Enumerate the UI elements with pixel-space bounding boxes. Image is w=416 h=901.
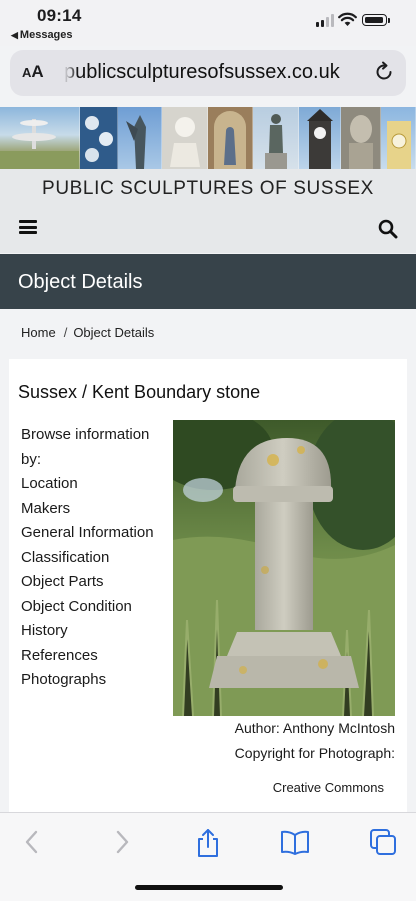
banner-gold-clock-image [380,107,416,169]
menu-icon[interactable] [19,220,37,234]
banner-angel-statue-image [118,107,163,169]
breadcrumb-home-link[interactable]: Home [21,325,56,340]
page-title: Object Details [18,271,143,293]
bookmarks-icon[interactable] [280,828,310,861]
link-location[interactable]: Location [21,472,161,497]
home-indicator[interactable] [135,885,283,890]
banner-bust-image [162,107,209,169]
status-time: 09:14 [37,6,82,25]
url-text[interactable]: publicsculpturesofsussex.co.uk [64,61,366,84]
photo-author: Author: Anthony McIntosh [234,720,395,736]
forward-icon[interactable] [112,828,132,861]
site-title[interactable]: PUBLIC SCULPTURES OF SUSSEX [0,178,416,200]
link-classification[interactable]: Classification [21,546,161,571]
photo-copyright-label: Copyright for Photograph: [234,745,395,761]
back-to-app-link[interactable]: ◀ Messages [11,29,73,41]
banner-fountain-image [0,107,81,169]
wifi-icon [338,12,357,32]
breadcrumb: Home / Object Details [21,325,154,340]
battery-icon [362,14,387,26]
banner-mosaic-image [80,107,119,169]
breadcrumb-separator: / [63,325,68,340]
back-icon[interactable] [22,828,42,861]
share-icon[interactable] [195,828,221,863]
link-history[interactable]: History [21,619,161,644]
text-size-button[interactable]: AA [22,62,44,82]
site-banner-images [0,107,416,169]
tabs-icon[interactable] [369,828,397,861]
cellular-signal-icon [316,13,336,27]
search-icon[interactable] [378,219,398,244]
back-app-label: Messages [19,29,73,41]
link-photographs[interactable]: Photographs [21,668,161,693]
reload-icon[interactable] [373,61,395,88]
banner-clock-tower-image [298,107,341,169]
link-object-condition[interactable]: Object Condition [21,595,161,620]
browse-intro: Browse information [21,426,150,443]
photo-license[interactable]: Creative Commons [140,780,384,795]
object-title: Sussex / Kent Boundary stone [18,382,261,402]
link-makers[interactable]: Makers [21,497,161,522]
browse-links: Browse information by: Location Makers G… [21,423,161,693]
banner-madonna-image [208,107,253,169]
link-object-parts[interactable]: Object Parts [21,570,161,595]
browse-intro: by: [21,450,42,468]
breadcrumb-current: Object Details [73,325,155,340]
link-general-information[interactable]: General Information [21,521,161,546]
boundary-stone-photo[interactable] [173,420,395,716]
battery-cap [388,18,390,23]
banner-head-sculpture-image [340,107,381,169]
back-triangle-icon: ◀ [11,30,18,40]
link-references[interactable]: References [21,644,161,669]
url-fade [64,58,78,88]
banner-standing-statue-image [252,107,299,169]
